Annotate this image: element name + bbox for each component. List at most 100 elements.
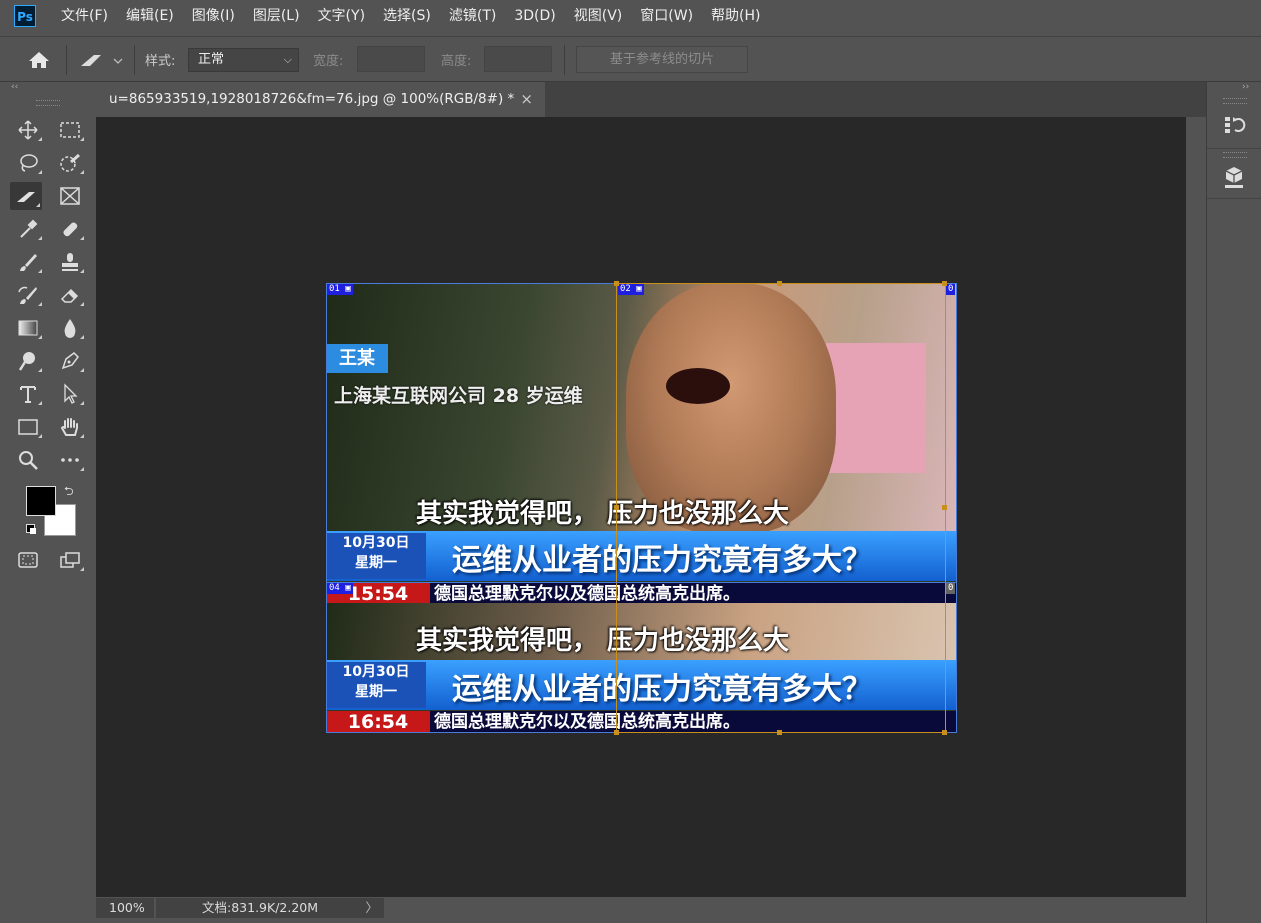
pen-tool[interactable] xyxy=(54,347,86,375)
pen-icon xyxy=(61,352,79,370)
tool-preset-picker[interactable] xyxy=(78,46,128,74)
panel-divider xyxy=(1207,198,1261,199)
path-selection-tool[interactable] xyxy=(54,380,86,408)
move-tool[interactable] xyxy=(12,116,44,144)
slice-label-01[interactable]: 01 ▣ xyxy=(327,284,353,295)
healing-brush-tool[interactable] xyxy=(54,215,86,243)
date-line1: 10月30日 xyxy=(342,535,410,551)
slice-handle[interactable] xyxy=(614,281,619,286)
eraser-tool[interactable] xyxy=(54,281,86,309)
document-image[interactable]: 王某 上海某互联网公司 28 岁运维 其实我觉得吧， 压力也没那么大 10月30… xyxy=(326,283,957,733)
swap-colors-icon[interactable]: ⮌ xyxy=(64,482,74,503)
document-tab[interactable]: u=865933519,1928018726&fm=76.jpg @ 100%(… xyxy=(96,82,545,117)
eyedropper-tool[interactable] xyxy=(12,215,44,243)
collapse-panel-icon[interactable]: ‹‹ xyxy=(0,82,96,96)
slice-label-03[interactable]: 0 xyxy=(946,284,956,295)
type-tool[interactable] xyxy=(12,380,44,408)
rectangle-icon xyxy=(18,419,38,435)
close-icon[interactable]: × xyxy=(520,82,533,117)
rectangular-marquee-icon xyxy=(60,122,80,138)
history-brush-icon xyxy=(18,286,37,304)
open-mouth xyxy=(666,368,730,404)
menu-3d[interactable]: 3D(D) xyxy=(505,0,564,33)
arrow-cursor-icon xyxy=(64,383,78,404)
history-panel-button[interactable] xyxy=(1219,110,1249,140)
slice-tool[interactable] xyxy=(10,182,42,210)
menu-help[interactable]: 帮助(H) xyxy=(702,0,769,33)
menu-window[interactable]: 窗口(W) xyxy=(631,0,702,33)
tool-group-indicator xyxy=(80,567,84,571)
menu-view[interactable]: 视图(V) xyxy=(565,0,632,33)
height-input[interactable] xyxy=(484,46,552,72)
slice-handle[interactable] xyxy=(777,281,782,286)
slice-label-04[interactable]: 04 ▣ xyxy=(327,583,353,594)
slice-handle[interactable] xyxy=(777,730,782,735)
document-info[interactable]: 文档:831.9K/2.20M 〉 xyxy=(156,898,384,918)
dodge-tool[interactable] xyxy=(12,347,44,375)
gradient-tool[interactable] xyxy=(12,314,44,342)
3d-panel-button[interactable] xyxy=(1219,162,1249,192)
slice-label-05[interactable]: 0 xyxy=(946,583,956,594)
collapse-dock-icon[interactable]: ›› xyxy=(1242,82,1249,92)
chevron-right-icon[interactable]: 〉 xyxy=(365,898,378,918)
panel-grip[interactable] xyxy=(36,100,60,106)
zoom-tool[interactable] xyxy=(12,446,44,474)
date-line2: 星期一 xyxy=(355,555,397,571)
rectangle-tool[interactable] xyxy=(12,413,44,441)
date-line1: 10月30日 xyxy=(342,664,410,680)
width-input[interactable] xyxy=(357,46,425,72)
blur-tool[interactable] xyxy=(54,314,86,342)
default-colors-icon[interactable] xyxy=(26,524,36,534)
pink-sign xyxy=(826,343,926,473)
vertical-scrollbar[interactable] xyxy=(1186,117,1206,897)
marquee-tool[interactable] xyxy=(54,116,86,144)
brush-tool[interactable] xyxy=(12,248,44,276)
more-tools[interactable] xyxy=(54,446,86,474)
tool-group-indicator xyxy=(80,137,84,141)
zoom-level-field[interactable]: 100% xyxy=(96,898,154,918)
panel-grip[interactable] xyxy=(1223,98,1247,104)
headline-band: 10月30日 星期一 运维从业者的压力究竟有多大？ xyxy=(326,531,957,581)
slice-label-02[interactable]: 02 ▣ xyxy=(618,284,644,295)
slice-handle[interactable] xyxy=(942,505,947,510)
eyedropper-icon xyxy=(20,219,38,238)
menu-filter[interactable]: 滤镜(T) xyxy=(440,0,505,33)
slice-tool-icon xyxy=(81,55,123,66)
options-bar: 样式: 正常 ⌵ 宽度: 高度: 基于参考线的切片 xyxy=(0,36,1261,82)
menu-image[interactable]: 图像(I) xyxy=(183,0,244,33)
slice-handle[interactable] xyxy=(942,730,947,735)
document-size-text: 文档:831.9K/2.20M xyxy=(202,900,319,915)
chevron-down-icon: ⌵ xyxy=(283,53,292,66)
photoshop-logo-icon: Ps xyxy=(14,5,36,27)
tool-group-indicator xyxy=(80,434,84,438)
panel-grip[interactable] xyxy=(1223,152,1247,158)
slice-handle[interactable] xyxy=(614,730,619,735)
gradient-icon xyxy=(18,320,38,336)
move-icon xyxy=(18,120,38,140)
quick-selection-icon xyxy=(60,153,80,172)
frame-tool[interactable] xyxy=(54,182,86,210)
slice-handle[interactable] xyxy=(942,281,947,286)
height-label: 高度: xyxy=(441,54,472,69)
tool-group-indicator xyxy=(38,302,42,306)
menu-layer[interactable]: 图层(L) xyxy=(244,0,309,33)
hand-tool[interactable] xyxy=(54,413,86,441)
style-select[interactable]: 正常 ⌵ xyxy=(188,48,299,72)
history-brush-tool[interactable] xyxy=(12,281,44,309)
quick-selection-tool[interactable] xyxy=(54,149,86,177)
slices-from-guides-button[interactable]: 基于参考线的切片 xyxy=(576,46,748,73)
foreground-color-swatch[interactable] xyxy=(26,486,56,516)
quick-mask-button[interactable] xyxy=(12,546,44,574)
home-button[interactable] xyxy=(22,46,56,74)
menu-file[interactable]: 文件(F) xyxy=(52,0,117,33)
menu-select[interactable]: 选择(S) xyxy=(374,0,440,33)
screen-mode-button[interactable] xyxy=(54,546,86,574)
clone-stamp-tool[interactable] xyxy=(54,248,86,276)
slice-handle[interactable] xyxy=(614,505,619,510)
lasso-tool[interactable] xyxy=(12,149,44,177)
tool-group-indicator xyxy=(80,236,84,240)
menu-type[interactable]: 文字(Y) xyxy=(309,0,374,33)
menu-edit[interactable]: 编辑(E) xyxy=(117,0,183,33)
magnifier-icon xyxy=(19,451,38,470)
tool-group-indicator xyxy=(80,170,84,174)
